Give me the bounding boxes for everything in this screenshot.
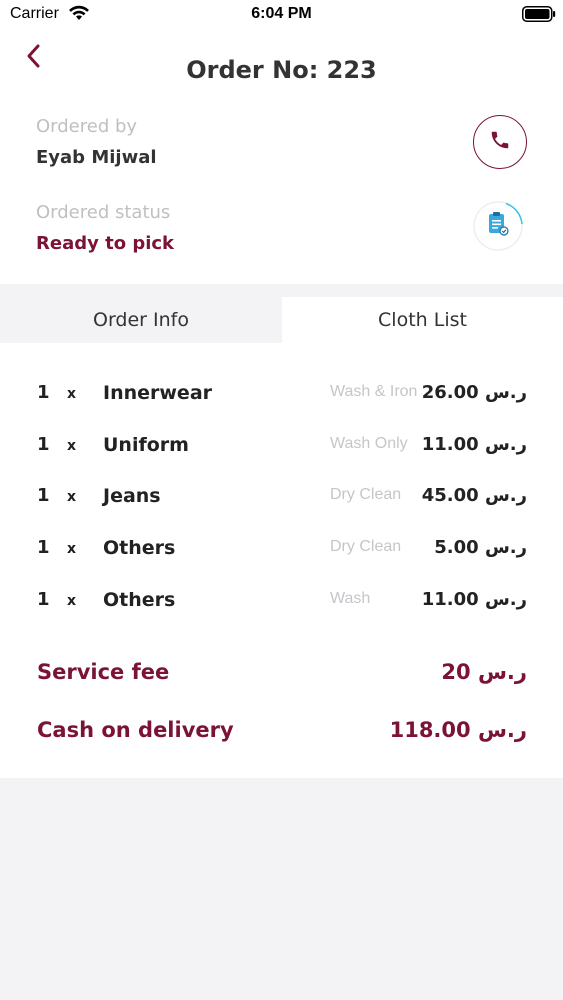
item-name: Others [103,589,176,611]
tab-order-info-label: Order Info [93,309,189,331]
tab-bar: Order Info Cloth List [0,297,563,343]
multiply-sign: x [67,386,77,402]
tab-order-info[interactable]: Order Info [0,297,282,343]
item-service: Dry Clean [330,538,402,555]
item-quantity: 1 [37,537,50,558]
list-item: 1 x Jeans Dry Clean 45.00 ر.س [0,485,563,515]
status-time: 6:04 PM [251,5,312,22]
ordered-by-value: Eyab Mijwal [36,147,157,168]
order-header: Order No: 223 Ordered by Eyab Mijwal Ord… [0,30,563,284]
list-item: 1 x Uniform Wash Only 11.00 ر.س [0,434,563,464]
call-button[interactable] [473,115,527,169]
item-price: 11.00 ر.س [421,434,527,455]
item-price: 5.00 ر.س [434,537,527,558]
list-item: 1 x Others Wash 11.00 ر.س [0,589,563,619]
list-item: 1 x Others Dry Clean 5.00 ر.س [0,537,563,567]
list-item: 1 x Innerwear Wash & Iron 26.00 ر.س [0,382,563,412]
item-service: Dry Clean [330,486,402,503]
item-price: 26.00 ر.س [421,382,527,403]
item-service: Wash & Iron [330,383,418,400]
item-quantity: 1 [37,485,50,506]
service-fee-label: Service fee [37,660,170,684]
ordered-by-label: Ordered by [36,116,138,137]
multiply-sign: x [67,593,77,609]
item-quantity: 1 [37,589,50,610]
phone-icon [489,129,511,155]
page-title: Order No: 223 [186,56,377,84]
item-quantity: 1 [37,382,50,403]
battery-icon [522,6,556,27]
item-price: 45.00 ر.س [421,485,527,506]
item-price: 11.00 ر.س [421,589,527,610]
order-status-value: Ready to pick [36,233,175,254]
item-name: Jeans [103,485,161,507]
tab-cloth-list[interactable]: Cloth List [282,297,563,343]
cash-on-delivery-value: 118.00 ر.س [389,718,527,742]
service-fee-value: 20 ر.س [441,660,527,684]
order-status-label: Ordered status [36,202,171,223]
item-quantity: 1 [37,434,50,455]
status-bar: Carrier 6:04 PM [0,0,563,30]
status-indicator [472,200,524,252]
item-name: Uniform [103,434,189,456]
tab-cloth-list-label: Cloth List [378,309,467,331]
multiply-sign: x [67,541,77,557]
multiply-sign: x [67,438,77,454]
cash-on-delivery-label: Cash on delivery [37,718,234,742]
item-name: Others [103,537,176,559]
multiply-sign: x [67,489,77,505]
item-name: Innerwear [103,382,213,404]
cloth-list: 1 x Innerwear Wash & Iron 26.00 ر.س 1 x … [0,343,563,778]
item-service: Wash Only [330,435,408,452]
item-service: Wash [330,590,371,607]
